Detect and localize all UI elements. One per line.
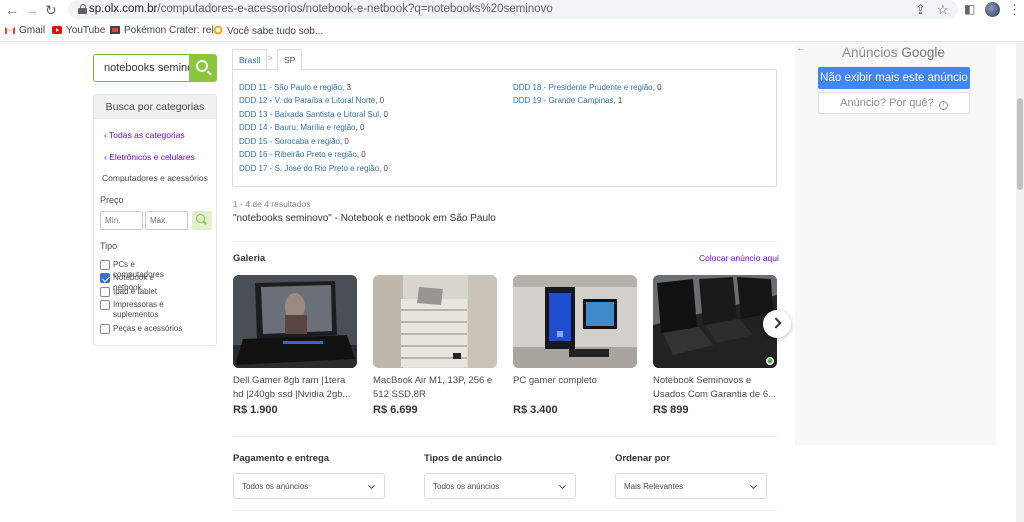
search-input[interactable] [93, 54, 190, 82]
breadcrumb-separator: > [268, 54, 273, 63]
gmail-icon [5, 27, 15, 34]
chevron-down-icon [367, 481, 376, 490]
search-button[interactable] [189, 54, 217, 82]
listing-image[interactable] [513, 275, 637, 368]
price-search-button[interactable] [192, 211, 212, 230]
listing-card[interactable]: Notebook Seminovos e Usados Com Garantia… [653, 275, 777, 416]
ad-type-filter-label: Tipos de anúncio [424, 453, 502, 464]
gallery-title: Galeria [233, 253, 266, 264]
region-link[interactable]: DDD 14 - Bauru, Marília e região, 0 [239, 123, 364, 132]
listing-price: R$ 1.900 [233, 404, 278, 416]
lock-icon[interactable] [78, 4, 87, 14]
forward-arrow-icon[interactable]: → [25, 2, 39, 18]
gallery-next-button[interactable] [763, 310, 791, 338]
checkbox[interactable] [100, 324, 110, 334]
listing-card[interactable]: MacBook Air M1, 13P, 256 e 512 SSD,8R R$… [373, 275, 497, 416]
listing-image[interactable] [373, 275, 497, 368]
parent-category-link[interactable]: ‹ Eletrônicos e celulares [104, 152, 195, 162]
listing-title[interactable]: PC gamer completo [513, 374, 637, 402]
listing-image[interactable] [233, 275, 357, 368]
quiz-icon [213, 25, 223, 35]
price-label: Preço [100, 195, 124, 205]
price-max-input[interactable] [145, 211, 188, 230]
divider [232, 436, 777, 437]
reload-icon[interactable]: ↻ [45, 2, 57, 18]
breadcrumb-state[interactable]: SP [277, 49, 303, 71]
listing-card[interactable]: PC gamer completo R$ 3.400 [513, 275, 637, 416]
stop-ad-button[interactable]: Não exibir mais este anúncio [818, 67, 970, 89]
url-text[interactable]: sp.olx.com.br/computadores-e-acessorios/… [89, 3, 553, 15]
bookmark-star-icon[interactable]: ☆ [937, 2, 949, 18]
bookmarks-bar: Gmail YouTube Pokémon Crater: rel... Voc… [0, 20, 1024, 42]
scrollbar-thumb[interactable] [1017, 98, 1023, 190]
region-link[interactable]: DDD 12 - V. do Paraíba e Litoral Norte, … [239, 96, 384, 105]
bookmark-gmail[interactable]: Gmail [5, 25, 45, 36]
checkbox[interactable] [100, 260, 110, 270]
price-min-input[interactable] [100, 211, 143, 230]
listing-price: R$ 899 [653, 404, 689, 416]
listing-title[interactable]: MacBook Air M1, 13P, 256 e 512 SSD,8R [373, 374, 497, 402]
pokemon-icon [110, 26, 120, 34]
ad-heading: Anúncios Google [842, 45, 945, 60]
checkbox-checked[interactable] [100, 273, 110, 283]
side-panel-icon[interactable]: ◧ [964, 2, 975, 16]
profile-avatar[interactable] [985, 2, 1000, 17]
listing-card[interactable]: Dell Gamer 8gb ram |1tera hd |240gb ssd … [233, 275, 357, 416]
region-link[interactable]: DDD 11 - São Paulo e região, 3 [239, 83, 351, 92]
region-link[interactable]: DDD 19 - Grande Campinas, 1 [513, 96, 622, 105]
info-icon: i [938, 101, 948, 110]
category-sidebar: Busca por categorias ‹ Todas as categori… [93, 94, 217, 346]
region-link[interactable]: DDD 16 - Ribeirão Preto e região, 0 [239, 150, 366, 159]
divider [232, 510, 777, 511]
chevron-down-icon [558, 481, 567, 490]
payment-filter-select[interactable]: Todos os anúncios [233, 473, 385, 499]
bookmark-youtube[interactable]: YouTube [52, 25, 105, 36]
back-arrow-icon[interactable]: ← [796, 43, 806, 54]
checkbox[interactable] [100, 300, 110, 310]
sort-label: Ordenar por [615, 453, 670, 464]
sidebar-heading: Busca por categorias [94, 95, 216, 119]
bookmark-quiz[interactable]: Você sabe tudo sob... [213, 25, 323, 37]
region-link[interactable]: DDD 13 - Baixada Santista e Litoral Sul,… [239, 110, 388, 119]
region-link[interactable]: DDD 17 - S. José do Rio Preto e região, … [239, 164, 388, 173]
menu-kebab-icon[interactable]: ⋮ [1008, 2, 1021, 18]
results-count: 1 - 4 de 4 resultados [233, 199, 311, 209]
address-bar[interactable]: sp.olx.com.br/computadores-e-acessorios/… [68, 0, 958, 19]
listing-price: R$ 6.699 [373, 404, 418, 416]
region-list: DDD 11 - São Paulo e região, 3 DDD 12 - … [232, 69, 777, 187]
browser-toolbar: ← → ↻ sp.olx.com.br/computadores-e-acess… [0, 0, 1024, 20]
current-category: Computadores e acessórios [102, 173, 208, 183]
search-bar [93, 54, 217, 82]
sort-select[interactable]: Mais Relevantes [615, 473, 767, 499]
youtube-icon [52, 26, 62, 34]
place-ad-link[interactable]: Colocar anúncio aqui [699, 253, 779, 263]
region-link[interactable]: DDD 18 - Presidente Prudente e região, 0 [513, 83, 662, 92]
why-ad-button[interactable]: Anúncio? Por quê? i [818, 92, 970, 114]
search-icon [196, 60, 208, 72]
region-link[interactable]: DDD 15 - Sorocaba e região, 0 [239, 137, 349, 146]
share-icon[interactable]: ⇪ [915, 2, 926, 18]
all-categories-link[interactable]: ‹ Todas as categorias [104, 130, 185, 140]
payment-filter-label: Pagamento e entrega [233, 453, 330, 464]
listing-title[interactable]: Dell Gamer 8gb ram |1tera hd |240gb ssd … [233, 374, 357, 402]
listing-image[interactable] [653, 275, 777, 368]
back-arrow-icon[interactable]: ← [5, 2, 19, 18]
ad-type-filter-select[interactable]: Todos os anúncios [424, 473, 576, 499]
divider [232, 241, 777, 242]
type-label: Tipo [100, 241, 118, 251]
listing-title[interactable]: Notebook Seminovos e Usados Com Garantia… [653, 374, 777, 402]
checkbox[interactable] [100, 287, 110, 297]
chevron-down-icon [749, 481, 758, 490]
bookmark-pokemon[interactable]: Pokémon Crater: rel... [110, 25, 222, 36]
results-title: "notebooks seminovo" - Notebook e netboo… [233, 213, 496, 224]
search-icon [196, 214, 205, 223]
breadcrumb-country[interactable]: Brasil [232, 49, 268, 70]
listing-price: R$ 3.400 [513, 404, 558, 416]
chevron-right-icon [770, 317, 782, 329]
